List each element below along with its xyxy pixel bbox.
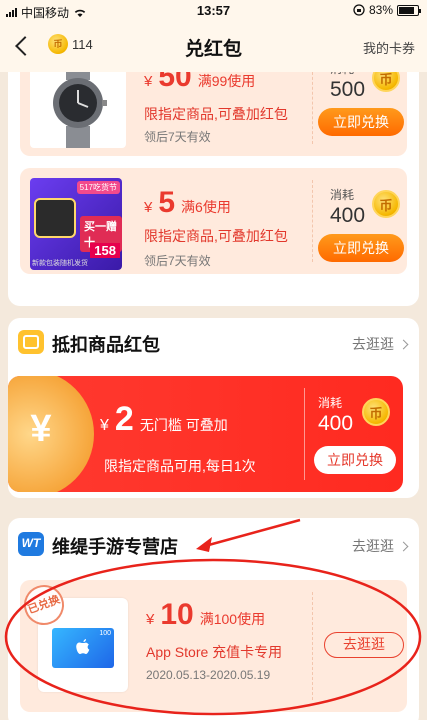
coupon-divider: [312, 180, 313, 262]
coin-balance: 114: [72, 37, 93, 52]
thumb-footer: 新款包装随机发货: [32, 260, 88, 267]
cost-value: 500: [330, 78, 366, 101]
coupon-dates: 2020.05.13-2020.05.19: [146, 668, 271, 682]
battery-percent: 83%: [368, 3, 393, 17]
content-scroll[interactable]: ¥50满99使用 限指定商品,可叠加红包 领后7天有效 消耗 500 币 立即兑…: [0, 72, 427, 720]
coupon-divider: [312, 592, 313, 700]
coupon-panel: ¥50满99使用 限指定商品,可叠加红包 领后7天有效 消耗 500 币 立即兑…: [8, 72, 419, 306]
watch-thumbnail[interactable]: [30, 72, 126, 148]
chevron-right-icon: [398, 339, 409, 350]
yen-coin-icon: ¥: [8, 376, 94, 492]
snack-thumbnail[interactable]: 517吃货节 买一赠十 158 新款包装随机发货: [30, 178, 122, 270]
coupon-desc: 限指定商品,可叠加红包: [144, 228, 288, 244]
coin-icon: 币: [48, 34, 68, 54]
coupon-desc: 限指定商品可用,每日1次: [104, 458, 256, 474]
thumb-price: 158: [90, 243, 120, 258]
apple-logo-icon: [76, 639, 90, 654]
back-button[interactable]: [12, 32, 36, 60]
browse-link[interactable]: 去逛逛: [352, 536, 409, 556]
coupon-card: ¥50满99使用 限指定商品,可叠加红包 领后7天有效 消耗 500 币 立即兑…: [20, 72, 407, 156]
store-logo: WT: [18, 532, 44, 556]
cost-value: 400: [330, 204, 366, 227]
coupon-validity: 领后7天有效: [144, 130, 211, 144]
cost-label: 消耗: [330, 72, 354, 77]
section-title: 维缇手游专营店: [52, 537, 178, 557]
section-header: 抵扣商品红包 去逛逛: [8, 322, 419, 362]
coupon-amount: ¥5 满6使用: [144, 186, 231, 219]
coupon-card: 517吃货节 买一赠十 158 新款包装随机发货 ¥5满6使用 限指定商品,可叠…: [20, 168, 407, 274]
red-coupon-card: ¥ ¥2 无门槛 可叠加 限指定商品可用,每日1次 消耗 400 币 立即兑换: [8, 376, 403, 492]
app-store-card-image: 100: [52, 628, 114, 668]
coupon-amount: ¥50 满99使用: [144, 72, 256, 93]
redeem-button[interactable]: 立即兑换: [318, 234, 404, 262]
coupon-amount: ¥2 无门槛 可叠加: [100, 400, 228, 438]
coupon-desc: App Store 充值卡专用: [146, 644, 283, 660]
coupon-amount: ¥10 满100使用: [146, 598, 266, 631]
cost-value: 400: [318, 412, 354, 435]
coin-icon: 币: [362, 398, 390, 426]
redeem-button[interactable]: 立即兑换: [314, 446, 396, 474]
status-bar: 中国移动 13:57 83%: [0, 0, 427, 22]
go-shopping-button[interactable]: 去逛逛: [324, 632, 404, 658]
nav-bar: 币 114 兑红包 我的卡券: [0, 22, 427, 72]
thumb-badge: 517吃货节: [76, 181, 120, 194]
cost-label: 消耗: [318, 396, 343, 410]
status-right: 83%: [353, 3, 421, 17]
coupon-card: 100 已兑换 ¥10 满100使用 App Store 充值卡专用 2020.0…: [20, 580, 407, 712]
coin-icon: 币: [372, 72, 400, 92]
coupon-divider: [304, 388, 305, 480]
battery-icon: [397, 4, 421, 16]
product-box: [34, 198, 76, 238]
store-panel: WT 维缇手游专营店 去逛逛 100 已兑换 ¥10 满100使用 App Sto…: [8, 518, 419, 720]
coin-icon: 币: [372, 190, 400, 218]
watch-image: [53, 72, 107, 148]
rotation-lock-icon: [353, 4, 365, 16]
coupon-divider: [312, 72, 313, 144]
coupon-desc: 限指定商品,可叠加红包: [144, 106, 288, 122]
my-coupons-link[interactable]: 我的卡券: [363, 38, 415, 57]
cost-label: 消耗: [330, 188, 355, 202]
redeem-button[interactable]: 立即兑换: [318, 108, 404, 136]
red-packet-icon: [18, 330, 44, 354]
section-header: WT 维缇手游专营店 去逛逛: [8, 524, 419, 564]
browse-link[interactable]: 去逛逛: [352, 334, 409, 354]
coupon-validity: 领后7天有效: [144, 254, 211, 268]
section-title: 抵扣商品红包: [52, 335, 160, 355]
chevron-right-icon: [398, 541, 409, 552]
